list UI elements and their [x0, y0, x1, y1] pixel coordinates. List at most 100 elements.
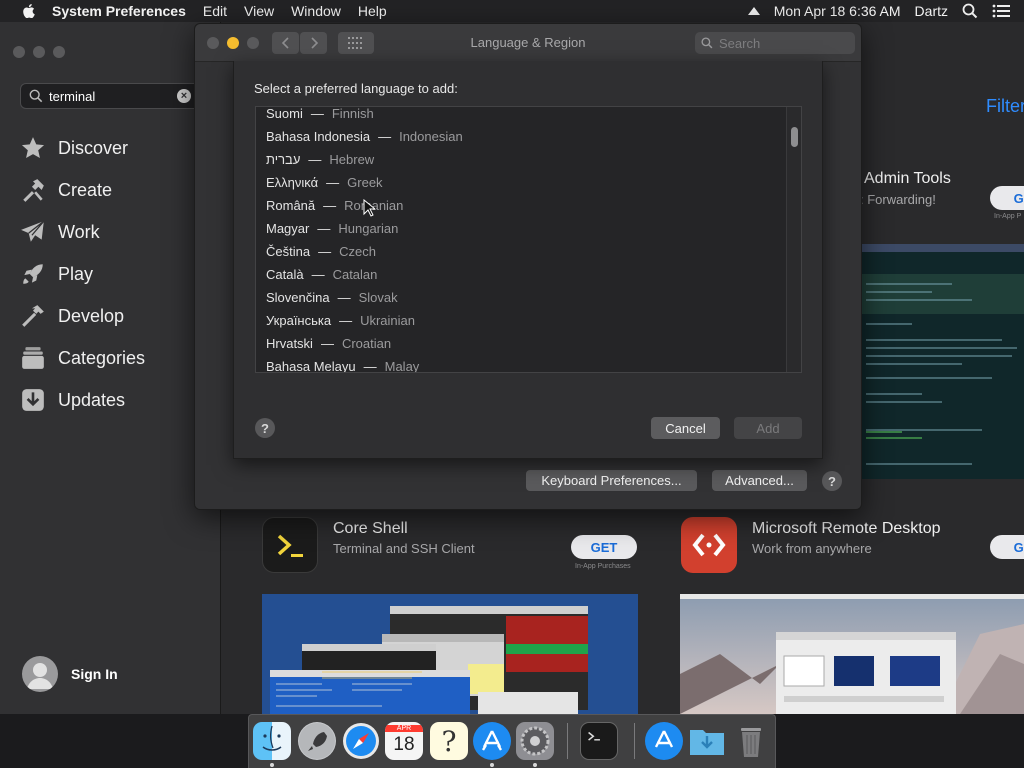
- menu-view[interactable]: View: [244, 3, 274, 19]
- menu-user[interactable]: Dartz: [915, 3, 948, 19]
- finder-icon[interactable]: [253, 722, 291, 760]
- sidebar-item-updates[interactable]: Updates: [20, 385, 125, 415]
- mouse-cursor-icon: [363, 199, 375, 217]
- list-item[interactable]: Українська — Ukrainian: [266, 309, 415, 331]
- in-app-label-core-shell: In-App Purchases: [575, 563, 631, 570]
- stack-icon: [20, 345, 46, 371]
- keyboard-preferences-button[interactable]: Keyboard Preferences...: [526, 470, 697, 491]
- list-item[interactable]: Slovenčina — Slovak: [266, 286, 398, 308]
- sidebar-item-work[interactable]: Work: [20, 217, 100, 247]
- list-item[interactable]: עברית — Hebrew: [266, 148, 374, 170]
- list-item[interactable]: Magyar — Hungarian: [266, 217, 398, 239]
- menu-edit[interactable]: Edit: [203, 3, 227, 19]
- app-subtitle-admin-tools: : Forwarding!: [860, 192, 936, 207]
- list-item[interactable]: Hrvatski — Croatian: [266, 332, 391, 354]
- show-all-button[interactable]: [338, 32, 374, 54]
- system-preferences-icon[interactable]: [516, 722, 554, 760]
- close-button[interactable]: [207, 37, 219, 49]
- sign-in-button[interactable]: Sign In: [22, 656, 118, 692]
- core-shell-screenshot[interactable]: [262, 594, 638, 714]
- sheet-prompt: Select a preferred language to add:: [254, 81, 458, 96]
- cancel-button[interactable]: Cancel: [651, 417, 720, 439]
- list-item[interactable]: Suomi — Finnish: [266, 107, 374, 124]
- list-item[interactable]: Ελληνικά — Greek: [266, 171, 383, 193]
- list-item[interactable]: Čeština — Czech: [266, 240, 376, 262]
- language-english-name: Czech: [339, 243, 376, 259]
- running-indicator: [533, 763, 537, 767]
- search-input[interactable]: terminal: [49, 89, 95, 104]
- language-list[interactable]: Suomi — Finnish Bahasa Indonesia — Indon…: [255, 106, 802, 373]
- eject-icon[interactable]: [747, 7, 760, 15]
- applications-folder-icon[interactable]: [645, 722, 683, 760]
- microsoft-remote-desktop-screenshot[interactable]: [680, 594, 1024, 714]
- zoom-button[interactable]: [53, 46, 65, 58]
- chevron-right-icon: [310, 37, 318, 49]
- minimize-button[interactable]: [33, 46, 45, 58]
- get-button-admin-tools[interactable]: GE: [990, 186, 1024, 210]
- notification-center-icon[interactable]: [992, 4, 1010, 18]
- dock: APR 18 ?: [248, 714, 776, 768]
- app-store-icon[interactable]: [473, 722, 511, 760]
- list-item[interactable]: Bahasa Indonesia — Indonesian: [266, 125, 463, 147]
- language-native-name: Hrvatski: [266, 335, 313, 351]
- language-english-name: Greek: [347, 174, 383, 190]
- menu-bar: System Preferences Edit View Window Help…: [0, 0, 1024, 22]
- app-store-search-field[interactable]: terminal ×: [20, 83, 200, 109]
- microsoft-remote-desktop-app-icon[interactable]: [681, 517, 737, 573]
- scrollbar-thumb[interactable]: [791, 127, 798, 147]
- minimize-button[interactable]: [227, 37, 239, 49]
- close-button[interactable]: [13, 46, 25, 58]
- language-separator: —: [323, 197, 337, 213]
- app-title-core-shell[interactable]: Core Shell: [333, 520, 408, 538]
- app-title-admin-tools[interactable]: Admin Tools: [864, 170, 951, 188]
- sidebar-item-label: Updates: [58, 389, 126, 410]
- spotlight-icon[interactable]: [962, 3, 978, 19]
- menu-help[interactable]: Help: [358, 3, 387, 19]
- calendar-icon[interactable]: APR 18: [385, 722, 423, 760]
- add-button[interactable]: Add: [734, 417, 802, 439]
- list-item[interactable]: Català — Catalan: [266, 263, 377, 285]
- filter-button[interactable]: Filter: [986, 96, 1024, 117]
- grid-icon: [348, 37, 362, 49]
- calendar-day: 18: [393, 733, 415, 755]
- safari-icon[interactable]: [342, 722, 380, 760]
- downloads-folder-icon[interactable]: [688, 722, 726, 760]
- advanced-button[interactable]: Advanced...: [712, 470, 807, 491]
- prefs-help-button[interactable]: ?: [822, 471, 842, 491]
- sheet-help-button[interactable]: ?: [255, 418, 275, 438]
- menu-clock[interactable]: Mon Apr 18 6:36 AM: [774, 3, 901, 19]
- core-shell-app-icon[interactable]: [262, 517, 318, 573]
- add-language-sheet: Select a preferred language to add: Suom…: [233, 61, 823, 459]
- sidebar-item-categories[interactable]: Categories: [20, 343, 145, 373]
- list-item[interactable]: Română — Romanian: [266, 194, 403, 216]
- list-item[interactable]: Bahasa Melayu — Malay: [266, 355, 419, 373]
- trash-icon[interactable]: [732, 722, 770, 760]
- app-title-microsoft-remote-desktop[interactable]: Microsoft Remote Desktop: [752, 520, 941, 538]
- language-list-scrollbar[interactable]: [786, 107, 801, 372]
- terminal-icon[interactable]: [580, 722, 618, 760]
- clear-search-icon[interactable]: ×: [177, 89, 191, 103]
- sidebar-item-play[interactable]: Play: [20, 259, 93, 289]
- launchpad-icon[interactable]: [298, 722, 336, 760]
- app-subtitle-core-shell: Terminal and SSH Client: [333, 541, 475, 556]
- sidebar-item-discover[interactable]: Discover: [20, 133, 128, 163]
- admin-tools-screenshot[interactable]: [862, 244, 1024, 479]
- back-button[interactable]: [272, 32, 299, 54]
- running-indicator: [490, 763, 494, 767]
- language-separator: —: [378, 128, 392, 144]
- menu-app-name[interactable]: System Preferences: [52, 3, 186, 19]
- help-viewer-icon[interactable]: ?: [430, 722, 468, 760]
- get-button-microsoft-remote-desktop[interactable]: GE: [990, 535, 1024, 559]
- language-english-name: Malay: [384, 358, 420, 373]
- sidebar-item-label: Create: [58, 179, 113, 200]
- forward-button[interactable]: [300, 32, 327, 54]
- language-native-name: Bahasa Melayu: [266, 358, 356, 373]
- menu-window[interactable]: Window: [291, 3, 341, 19]
- zoom-button[interactable]: [247, 37, 259, 49]
- sidebar-item-develop[interactable]: Develop: [20, 301, 124, 331]
- prefs-search-field[interactable]: Search: [695, 32, 855, 54]
- apple-menu-icon[interactable]: [20, 4, 38, 18]
- get-button-core-shell[interactable]: GET: [571, 535, 637, 559]
- language-native-name: Slovenčina: [266, 289, 330, 305]
- sidebar-item-create[interactable]: Create: [20, 175, 112, 205]
